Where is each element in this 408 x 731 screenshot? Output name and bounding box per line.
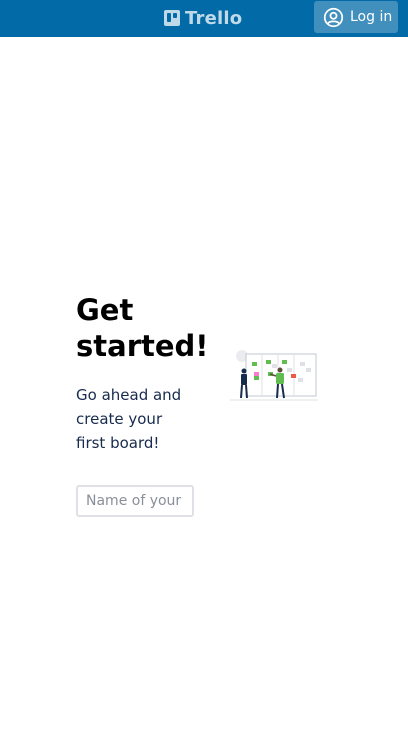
top-header: Trello Log in (0, 0, 408, 37)
get-started-section: Get started! Go ahead and create your fi… (76, 292, 326, 517)
people-at-kanban-board-illustration (230, 350, 318, 401)
login-button[interactable]: Log in (314, 1, 398, 33)
trello-logo-icon (164, 10, 180, 26)
page-title: Get started! (76, 293, 209, 363)
board-name-input[interactable] (76, 485, 194, 517)
trello-logo[interactable]: Trello (164, 7, 242, 29)
login-label: Log in (350, 9, 393, 25)
brand-name: Trello (185, 7, 243, 29)
intro-text: Go ahead and create your first board! (76, 386, 182, 452)
intro-row: Go ahead and create your first board! (76, 350, 326, 456)
user-circle-icon (323, 7, 344, 27)
